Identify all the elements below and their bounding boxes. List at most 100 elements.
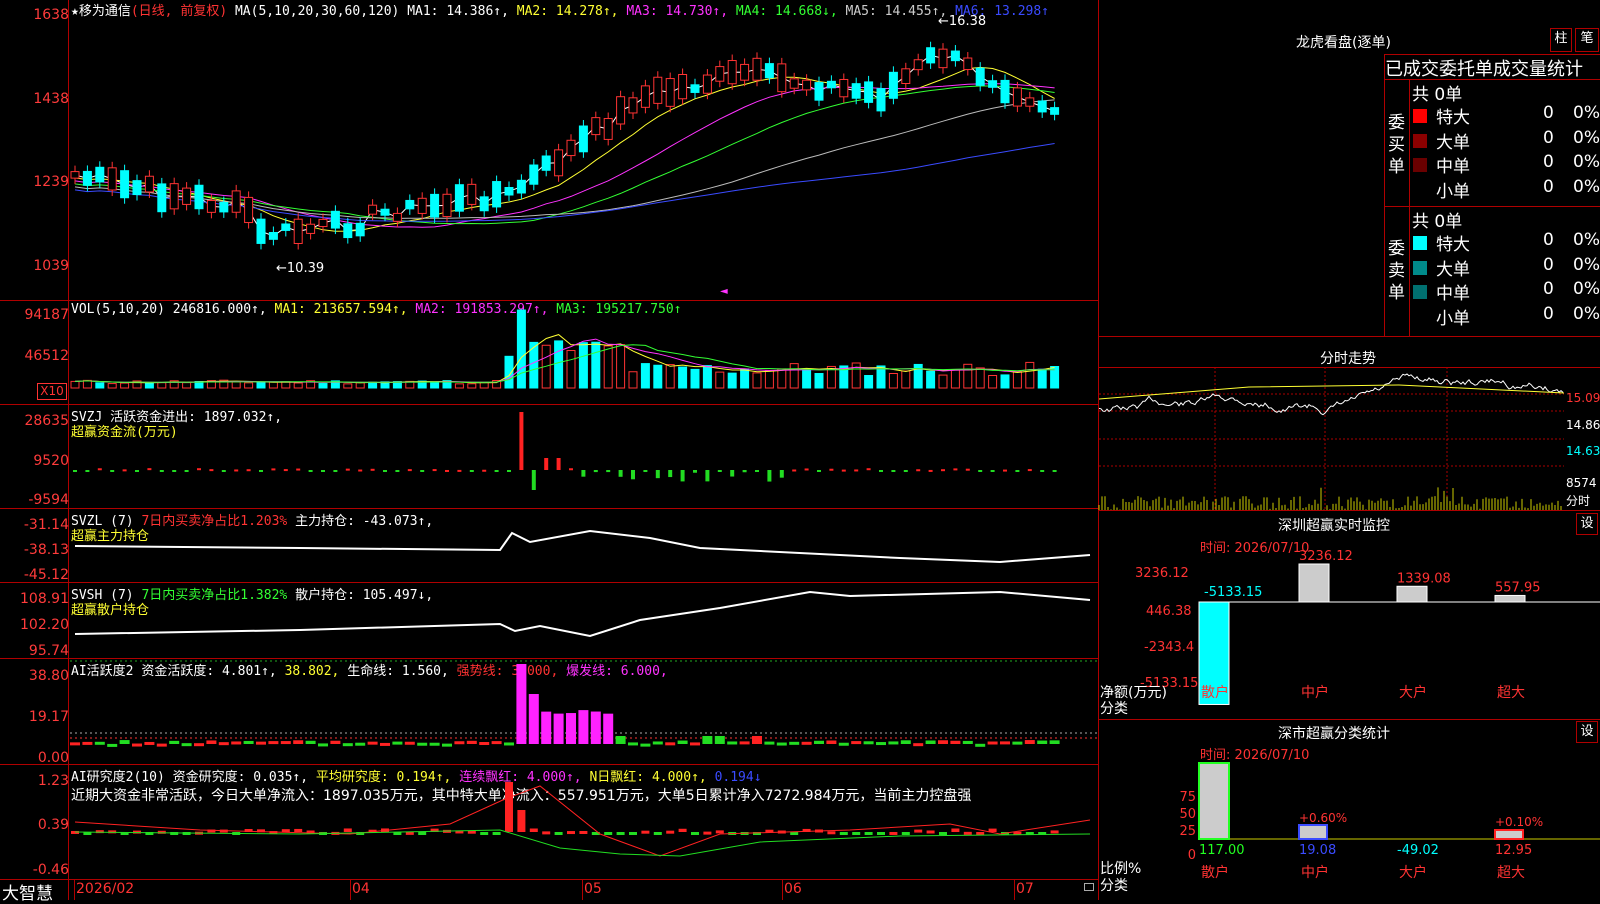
candle-body xyxy=(231,190,241,213)
activity-bar xyxy=(169,740,180,744)
candle-body xyxy=(963,57,973,71)
activity-bar xyxy=(776,742,787,746)
classify-settings-button[interactable]: 设 xyxy=(1576,721,1598,743)
candle-body xyxy=(1012,87,1022,107)
candle-body xyxy=(740,63,750,81)
flow-bar xyxy=(717,470,722,472)
volume-bar xyxy=(628,371,638,389)
flow-bar xyxy=(370,468,375,471)
monitor-settings-button[interactable]: 设 xyxy=(1576,513,1598,535)
ai-research-chart[interactable] xyxy=(0,764,1099,879)
research-bar xyxy=(703,831,712,835)
activity-bar xyxy=(851,741,862,745)
activity-bar xyxy=(975,743,986,747)
research-bar xyxy=(678,828,687,832)
flow-bar xyxy=(755,470,759,472)
candlestick-chart[interactable]: ◄ xyxy=(0,0,1099,300)
flow-bar xyxy=(445,469,449,472)
research-bar xyxy=(294,828,303,832)
volume-bar xyxy=(268,381,278,389)
volume-bar xyxy=(640,363,650,389)
activity-bar xyxy=(94,741,105,745)
volume-bar xyxy=(566,350,576,389)
category-label: 散户 xyxy=(1201,684,1229,701)
position-line xyxy=(74,590,1091,638)
x-tick-mark xyxy=(74,879,75,900)
net-amount-label: 3236.12 xyxy=(1299,549,1353,564)
activity-bar xyxy=(764,741,775,745)
activity-bar xyxy=(578,710,589,744)
realtime-monitor-chart[interactable]: -5133.15 散户 3236.12 中户 1339.08 大户 557.95 超大 xyxy=(1099,549,1600,720)
activity-bar xyxy=(280,741,291,745)
candle-body xyxy=(1000,79,1010,104)
flow-bar xyxy=(631,470,635,480)
flow-bar xyxy=(283,469,288,472)
candle-body xyxy=(591,117,601,136)
sell-row-label: 特大 xyxy=(1436,235,1470,255)
intraday-chart[interactable] xyxy=(1098,367,1565,510)
flow-bar xyxy=(1003,469,1007,472)
sell-row-count: 0 xyxy=(1543,279,1554,299)
ratio-bar xyxy=(1494,829,1524,840)
sell-color-swatch xyxy=(1413,285,1427,299)
volume-chart[interactable] xyxy=(0,300,1099,404)
flow-bar xyxy=(879,470,883,472)
candle-body xyxy=(430,193,440,218)
main-position-chart[interactable] xyxy=(0,508,1099,582)
activity-bar xyxy=(107,743,118,747)
category-label: 超大 xyxy=(1497,685,1525,701)
research-bar xyxy=(889,831,898,835)
candle-body xyxy=(107,167,117,191)
candle-body xyxy=(702,74,712,94)
activity-bar xyxy=(553,713,564,744)
activity-bar xyxy=(714,736,725,744)
retail-position-chart[interactable] xyxy=(0,582,1099,658)
candle-body xyxy=(913,59,923,71)
candle-body xyxy=(169,183,179,210)
flow-bar xyxy=(432,469,437,472)
lock-icon[interactable] xyxy=(1084,883,1094,891)
activity-bar xyxy=(144,741,155,745)
category-value: -49.02 xyxy=(1397,843,1439,858)
flow-bar xyxy=(643,470,648,472)
ai-activity-chart[interactable] xyxy=(0,658,1099,764)
activity-bar xyxy=(380,742,390,746)
activity-bar xyxy=(491,741,502,745)
candle-body xyxy=(95,166,105,183)
flow-bar xyxy=(730,470,735,477)
volume-bar xyxy=(690,368,700,389)
flow-bar xyxy=(345,468,350,471)
flow-bar xyxy=(457,469,462,472)
volume-bar xyxy=(740,368,750,389)
volume-bar xyxy=(764,370,774,389)
research-bar xyxy=(827,831,836,835)
bar-mode-button[interactable]: 柱 xyxy=(1550,28,1572,52)
volume-bar xyxy=(616,344,626,389)
flow-bar xyxy=(407,469,412,472)
buy-color-swatch xyxy=(1413,158,1427,172)
volume-bar xyxy=(430,382,440,389)
candle-body xyxy=(628,97,638,114)
flow-bar xyxy=(395,470,400,472)
candle-body xyxy=(789,78,799,89)
x-tick-mark xyxy=(1014,879,1015,900)
volume-bar xyxy=(777,368,787,389)
research-bar xyxy=(666,830,675,834)
activity-bar xyxy=(615,736,626,744)
x-tick-mark xyxy=(782,879,783,900)
pen-mode-button[interactable]: 笔 xyxy=(1575,28,1599,52)
flow-bar xyxy=(97,468,102,471)
sell-row-count: 0 xyxy=(1543,254,1554,275)
buy-row-label: 小单 xyxy=(1436,181,1470,202)
capital-flow-chart[interactable] xyxy=(0,404,1099,508)
volume-bar xyxy=(95,382,105,389)
activity-bar xyxy=(702,736,713,744)
volume-bar xyxy=(355,382,365,389)
volume-bar xyxy=(454,383,464,389)
classify-title: 深市超赢分类统计 xyxy=(1278,726,1390,742)
flow-bar xyxy=(172,470,177,472)
candle-body xyxy=(442,193,452,218)
classification-chart[interactable]: 117.00 散户 +0.60% 19.08 中户 -49.02 大户 +0.10% 12.95… xyxy=(1099,760,1600,900)
candle-body xyxy=(492,181,502,208)
candle-body xyxy=(1050,107,1060,115)
